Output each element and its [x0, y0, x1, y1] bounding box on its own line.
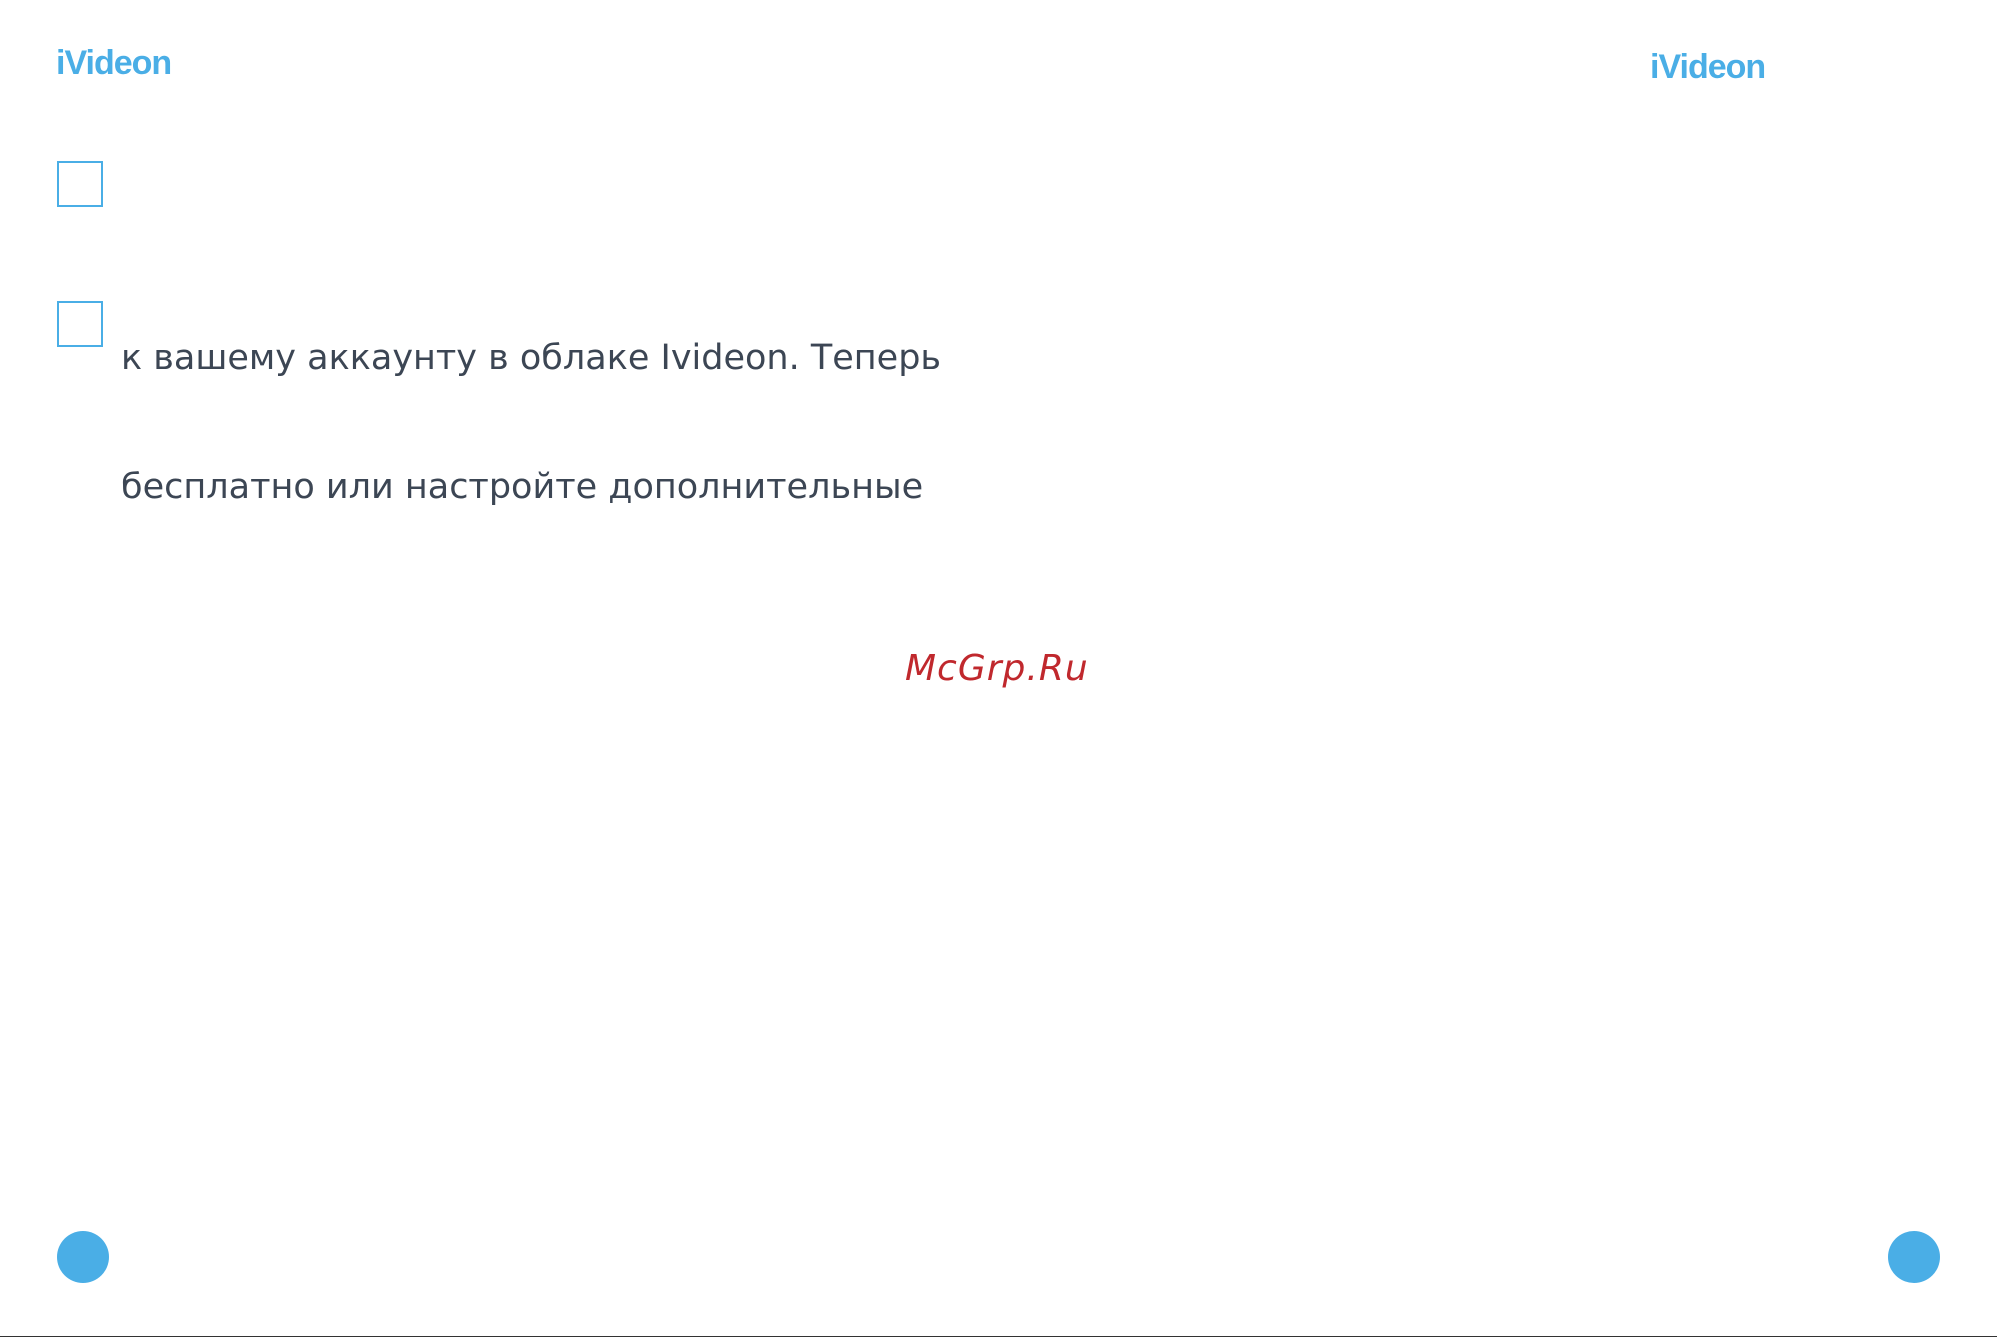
checkbox-1[interactable]: [57, 161, 103, 207]
bottom-divider: [0, 1336, 1997, 1337]
checkbox-2[interactable]: [57, 301, 103, 347]
page-dot-right-icon: [1888, 1231, 1940, 1283]
ivideon-logo-left: iVideon: [56, 44, 172, 82]
instruction-line-2: бесплатно или настройте дополнительные: [121, 467, 924, 507]
page-dot-left-icon: [57, 1231, 109, 1283]
watermark-text: McGrp.Ru: [905, 648, 1089, 689]
instruction-line-1: к вашему аккаунту в облаке Ivideon. Тепе…: [121, 338, 942, 378]
ivideon-logo-right: iVideon: [1650, 48, 1766, 86]
